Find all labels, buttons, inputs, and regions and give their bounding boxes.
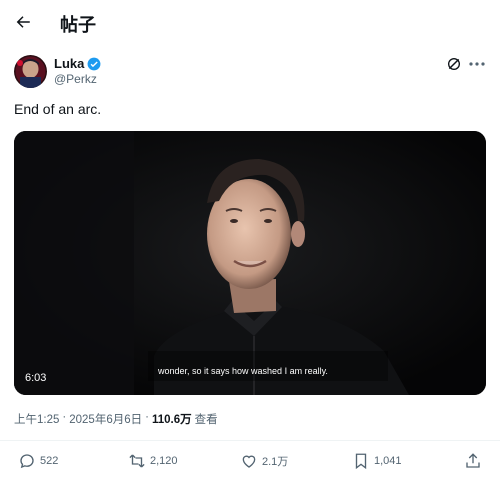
views-label: 查看 [194,414,218,426]
video-frame [14,131,486,395]
bookmark-button[interactable]: 1,041 [352,452,402,470]
like-icon [242,455,256,468]
back-arrow-icon [16,16,30,28]
share-button[interactable] [464,452,482,470]
meta-separator: · [62,411,67,423]
action-bar: 522 2,120 2.1万 1,041 [14,452,486,472]
reply-icon [20,454,34,469]
avatar[interactable] [14,55,47,88]
more-icon[interactable] [468,58,486,70]
author-row: Luka @Perkz [14,55,486,89]
share-icon [466,453,480,468]
back-button[interactable] [10,9,36,35]
like-count: 2.1万 [262,456,289,468]
bookmark-count: 1,041 [374,455,402,467]
verified-badge-icon [87,57,101,70]
handle[interactable]: @Perkz [54,72,97,86]
tweet-text: End of an arc. [14,101,102,117]
video-duration: 6:03 [25,372,47,384]
post-time[interactable]: 上午1:25 [14,411,59,427]
bookmark-icon [355,453,367,470]
grok-icon[interactable] [446,56,462,72]
video-subtitle: wonder, so it says how washed I am reall… [158,366,328,376]
view-count: 110.6万 [151,414,192,426]
repost-count: 2,120 [150,455,178,467]
tweet-meta: 上午1:25 · 2025年6月6日 · 110.6万 查看 [14,411,218,427]
divider [0,440,500,441]
repost-button[interactable]: 2,120 [128,452,178,470]
name-line: Luka [54,56,101,71]
reply-count: 522 [40,455,59,467]
repost-icon [129,454,145,468]
post-date[interactable]: 2025年6月6日 [69,411,142,427]
video-player[interactable] [14,131,486,395]
page-title: 帖子 [60,15,96,36]
display-name[interactable]: Luka [54,56,84,71]
like-button[interactable]: 2.1万 [240,452,288,470]
reply-button[interactable]: 522 [18,452,58,470]
header: 帖子 [0,0,500,46]
meta-separator: · [145,411,149,423]
